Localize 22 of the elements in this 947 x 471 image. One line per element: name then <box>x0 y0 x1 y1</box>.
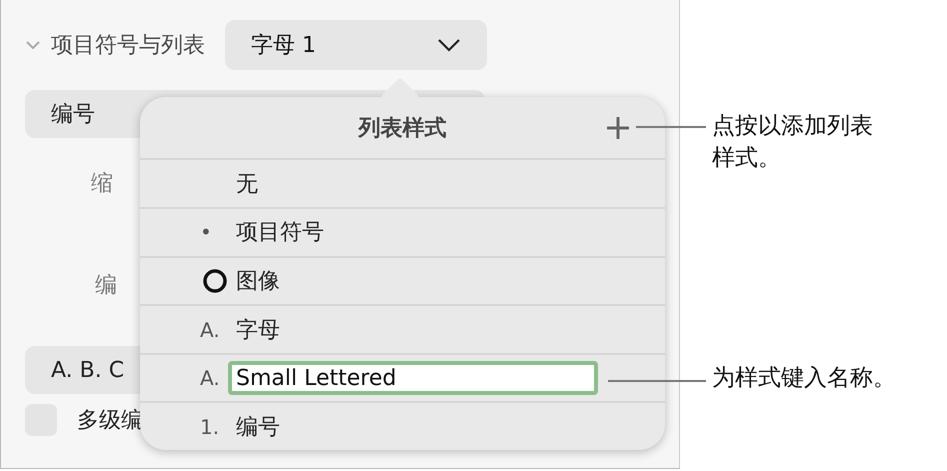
list-style-item[interactable]: 编号 <box>236 412 280 442</box>
callout-text: 点按以添加列表样式。 <box>712 112 874 173</box>
list-marker: 1. <box>200 414 220 439</box>
circle-icon <box>202 268 228 294</box>
list-marker: A. <box>200 318 221 342</box>
list-marker: A. <box>200 366 221 390</box>
list-style-item[interactable]: 无 <box>236 168 258 199</box>
chevron-icon[interactable] <box>25 40 41 50</box>
list-marker: • <box>200 220 213 244</box>
add-icon[interactable] <box>607 117 629 139</box>
style-dropdown[interactable]: 字母 1 <box>225 20 487 70</box>
number-label: 编 <box>95 272 117 300</box>
section-title: 项目符号与列表 <box>51 32 205 60</box>
list-style-item[interactable]: 图像 <box>236 266 280 296</box>
popover-title: 列表样式 <box>358 114 446 143</box>
chevron-icon <box>437 38 461 52</box>
list-style-item[interactable]: 字母 <box>236 314 280 345</box>
callout-text: 为样式键入名称。 <box>712 364 896 393</box>
list-style-item[interactable]: 项目符号 <box>236 217 324 248</box>
leader-line <box>636 126 706 128</box>
indent-label: 缩 <box>91 170 113 198</box>
name-input-field[interactable]: Small Lettered <box>228 361 598 396</box>
